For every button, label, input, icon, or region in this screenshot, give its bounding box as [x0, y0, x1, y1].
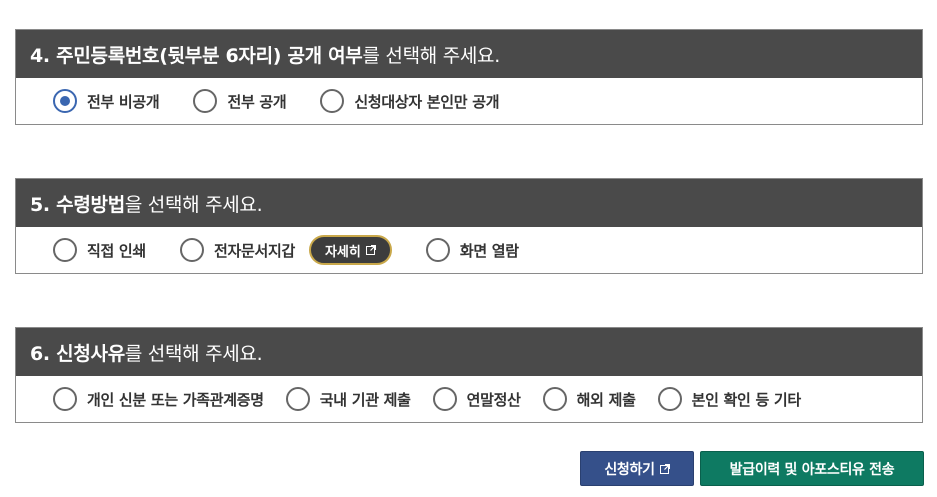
radio-label: 연말정산 [466, 390, 521, 409]
send-button-label: 발급이력 및 아포스티유 전송 [729, 461, 895, 478]
section-title-bold: 4. 주민등록번호(뒷부분 6자리) 공개 여부 [30, 44, 363, 67]
section-rrn-disclosure: 4. 주민등록번호(뒷부분 6자리) 공개 여부 를 선택해 주세요. 전부 비공… [15, 29, 923, 125]
radio-option-e-wallet[interactable]: 전자문서지갑 [179, 238, 295, 262]
radio-group-receive: 직접 인쇄 전자문서지갑 자세히 화면 열람 [16, 227, 922, 273]
radio-label: 직접 인쇄 [87, 241, 146, 260]
radio-group-rrn: 전부 비공개 전부 공개 신청대상자 본인만 공개 [16, 78, 922, 124]
radio-option-all-private[interactable]: 전부 비공개 [53, 89, 160, 113]
radio-label: 전자문서지갑 [213, 241, 295, 260]
radio-button[interactable] [53, 89, 77, 113]
send-history-apostille-button[interactable]: 발급이력 및 아포스티유 전송 [700, 451, 924, 486]
radio-option-self-only[interactable]: 신청대상자 본인만 공개 [320, 89, 500, 113]
radio-option-domestic-agency[interactable]: 국내 기관 제출 [285, 387, 411, 411]
section-title-bold: 6. 신청사유 [30, 342, 125, 365]
section-receive-method: 5. 수령방법 을 선택해 주세요. 직접 인쇄 전자문서지갑 자세히 화면 열람 [15, 178, 923, 274]
radio-option-identity-family[interactable]: 개인 신분 또는 가족관계증명 [53, 387, 264, 411]
apply-button-label: 신청하기 [604, 461, 655, 478]
detail-button[interactable]: 자세히 [308, 235, 392, 265]
radio-label: 전부 공개 [227, 92, 287, 111]
radio-button[interactable] [320, 89, 345, 113]
radio-option-other[interactable]: 본인 확인 등 기타 [657, 387, 802, 411]
radio-button[interactable] [432, 387, 457, 411]
detail-button-label: 자세히 [324, 244, 361, 260]
section-title-bold: 5. 수령방법 [30, 193, 125, 216]
radio-label: 해외 제출 [576, 390, 636, 409]
section-title-rest: 를 선택해 주세요. [124, 342, 263, 365]
section-header: 5. 수령방법 을 선택해 주세요. [16, 179, 922, 227]
radio-label: 전부 비공개 [87, 92, 160, 111]
section-header: 6. 신청사유 를 선택해 주세요. [16, 328, 922, 376]
radio-button[interactable] [193, 89, 218, 113]
radio-label: 개인 신분 또는 가족관계증명 [87, 390, 264, 409]
section-title-rest: 를 선택해 주세요. [362, 44, 501, 67]
radio-button[interactable] [53, 238, 77, 262]
external-link-icon [365, 245, 376, 255]
section-header: 4. 주민등록번호(뒷부분 6자리) 공개 여부 를 선택해 주세요. [16, 30, 922, 78]
radio-label: 신청대상자 본인만 공개 [354, 92, 500, 111]
section-title-rest: 을 선택해 주세요. [124, 193, 263, 216]
radio-option-year-end-tax[interactable]: 연말정산 [432, 387, 521, 411]
radio-label: 국내 기관 제출 [319, 390, 411, 409]
radio-option-print[interactable]: 직접 인쇄 [53, 238, 146, 262]
radio-button[interactable] [657, 387, 682, 411]
radio-button[interactable] [285, 387, 310, 411]
radio-option-screen-view[interactable]: 화면 열람 [425, 238, 519, 262]
radio-button[interactable] [179, 238, 204, 262]
radio-group-reason: 개인 신분 또는 가족관계증명 국내 기관 제출 연말정산 해외 제출 본인 확… [16, 376, 922, 422]
external-link-icon [659, 463, 670, 474]
radio-button[interactable] [53, 387, 77, 411]
radio-option-overseas[interactable]: 해외 제출 [542, 387, 636, 411]
apply-button[interactable]: 신청하기 [580, 451, 694, 486]
section-application-reason: 6. 신청사유 를 선택해 주세요. 개인 신분 또는 가족관계증명 국내 기관 … [15, 327, 923, 423]
radio-label: 화면 열람 [459, 241, 519, 260]
radio-button[interactable] [542, 387, 567, 411]
radio-label: 본인 확인 등 기타 [691, 390, 802, 409]
radio-button[interactable] [425, 238, 450, 262]
radio-option-all-public[interactable]: 전부 공개 [193, 89, 287, 113]
